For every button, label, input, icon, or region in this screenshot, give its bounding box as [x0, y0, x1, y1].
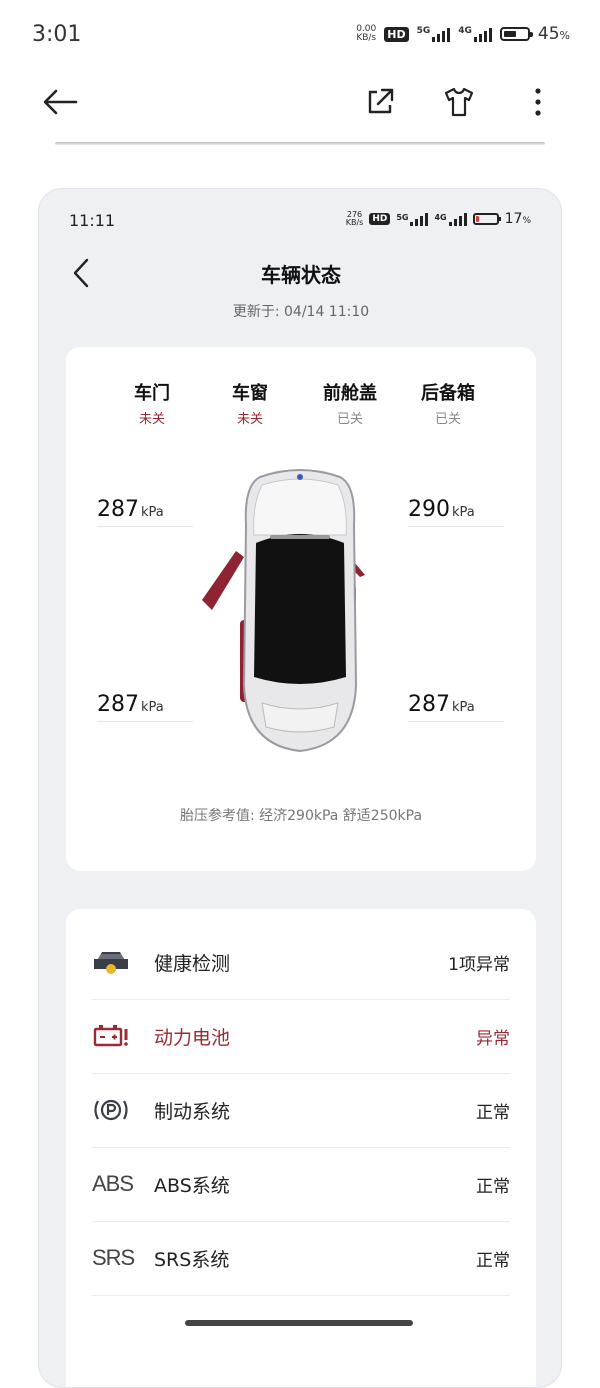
list-item-brake-system[interactable]: 制动系统 正常 — [92, 1073, 510, 1148]
srs-icon: SRS — [92, 1245, 135, 1270]
closure-windows-label: 车窗 — [232, 383, 268, 404]
car-check-icon — [92, 947, 136, 977]
closure-trunk-status: 已关 — [434, 412, 461, 427]
status-icons: 0.00 KB/s HD 5G 4G 45% — [356, 24, 570, 44]
inner-net-speed: 276 KB/s — [346, 211, 364, 227]
tire-unit: kPa — [452, 700, 475, 715]
inner-battery-icon — [472, 213, 501, 225]
list-item-abs-system[interactable]: ABS ABS系统 正常 — [92, 1147, 510, 1222]
back-button[interactable] — [42, 84, 78, 120]
tire-rear-left-value: 287 — [97, 692, 139, 717]
tire-unit: kPa — [141, 700, 164, 715]
closure-windows-status: 未关 — [236, 412, 263, 427]
list-item-srs-system[interactable]: SRS SRS系统 正常 — [92, 1221, 510, 1296]
list-item-label: ABS系统 — [154, 1174, 230, 1197]
signal-5g-label: 5G — [416, 26, 431, 36]
list-item-power-battery[interactable]: 动力电池 异常 — [92, 999, 510, 1074]
net-speed-unit: KB/s — [356, 33, 377, 43]
tshirt-icon — [444, 87, 474, 117]
tire-front-right: 290 kPa — [408, 497, 504, 527]
closure-hood-status: 已关 — [336, 412, 363, 427]
signal-4g-label: 4G — [458, 26, 472, 36]
tire-unit: kPa — [141, 505, 164, 520]
list-item-status: 正常 — [476, 1250, 510, 1271]
open-front-door-icon — [202, 551, 244, 610]
updated-time: 更新于: 04/14 11:10 — [232, 304, 370, 320]
car-top-view-icon — [202, 469, 365, 753]
signal-4g-icon: 4G — [458, 26, 492, 42]
status-time: 3:01 — [32, 22, 82, 47]
tire-rear-right-value: 287 — [408, 692, 450, 717]
inner-signal-4g-label: 4G — [434, 212, 447, 222]
abs-icon: ABS — [92, 1171, 134, 1196]
list-item-label: SRS系统 — [154, 1248, 230, 1271]
tire-front-left: 287 kPa — [97, 497, 193, 527]
theme-button[interactable] — [441, 84, 477, 120]
inner-status-icons: 276 KB/s HD 5G 4G 17% — [346, 211, 531, 228]
closure-doors: 车门 未关 — [107, 379, 197, 427]
list-item-status: 异常 — [476, 1028, 510, 1049]
health-list-card: 健康检测 1项异常 动力电池 异常 制动系统 正常 ABS ABS系统 正常 S… — [66, 909, 536, 1387]
battery-icon — [499, 27, 533, 41]
inner-net-speed-unit: KB/s — [345, 218, 364, 227]
closure-hood: 前舱盖 已关 — [305, 379, 395, 427]
toolbar-divider — [55, 142, 545, 145]
hd-badge: HD — [384, 26, 409, 42]
more-vertical-icon — [535, 88, 541, 116]
closure-doors-label: 车门 — [134, 383, 170, 404]
battery-warning-icon — [92, 1021, 136, 1051]
list-item-label: 制动系统 — [154, 1100, 231, 1123]
tire-rear-left: 287 kPa — [97, 692, 193, 722]
net-speed: 0.00 KB/s — [356, 25, 376, 43]
battery-percent: 45% — [537, 24, 570, 44]
list-item-status: 正常 — [476, 1102, 510, 1123]
share-button[interactable] — [362, 84, 398, 120]
closure-doors-status: 未关 — [138, 412, 165, 427]
more-button[interactable] — [520, 84, 556, 120]
list-item-status: 正常 — [476, 1176, 510, 1197]
inner-battery-percent: 17% — [504, 211, 531, 227]
inner-signal-5g-label: 5G — [396, 212, 409, 222]
closure-trunk-label: 后备箱 — [421, 383, 475, 404]
tire-rear-right: 287 kPa — [408, 692, 504, 722]
vehicle-overview-card: 车门 未关 车窗 未关 前舱盖 已关 后备箱 已关 287 kPa 290 kPa … — [66, 347, 536, 871]
inner-hd-badge: HD — [369, 213, 391, 225]
inner-signal-4g-icon: 4G — [434, 212, 467, 226]
signal-5g-icon: 5G — [417, 26, 451, 42]
tire-unit: kPa — [452, 505, 475, 520]
tire-front-left-value: 287 — [97, 497, 139, 522]
arrow-left-icon — [43, 89, 78, 115]
list-item-status: 1项异常 — [448, 954, 510, 975]
share-external-icon — [368, 88, 394, 114]
vehicle-status-screenshot: 11:11 276 KB/s HD 5G 4G 17% 车辆状态 更新于: 04… — [38, 188, 562, 1388]
closure-windows: 车窗 未关 — [205, 379, 295, 427]
inner-status-time: 11:11 — [69, 211, 116, 230]
tire-front-right-value: 290 — [408, 497, 450, 522]
inner-signal-5g-icon: 5G — [396, 212, 429, 226]
list-item-label: 健康检测 — [154, 952, 231, 975]
home-indicator[interactable] — [185, 1320, 413, 1326]
list-item-health-check[interactable]: 健康检测 1项异常 — [92, 925, 510, 1000]
tire-reference: 胎压参考值: 经济290kPa 舒适250kPa — [179, 808, 423, 824]
page-title: 车辆状态 — [261, 263, 341, 287]
closure-hood-label: 前舱盖 — [323, 383, 377, 404]
closure-trunk: 后备箱 已关 — [403, 379, 493, 427]
list-item-label: 动力电池 — [154, 1026, 231, 1049]
parking-brake-icon — [92, 1095, 136, 1125]
